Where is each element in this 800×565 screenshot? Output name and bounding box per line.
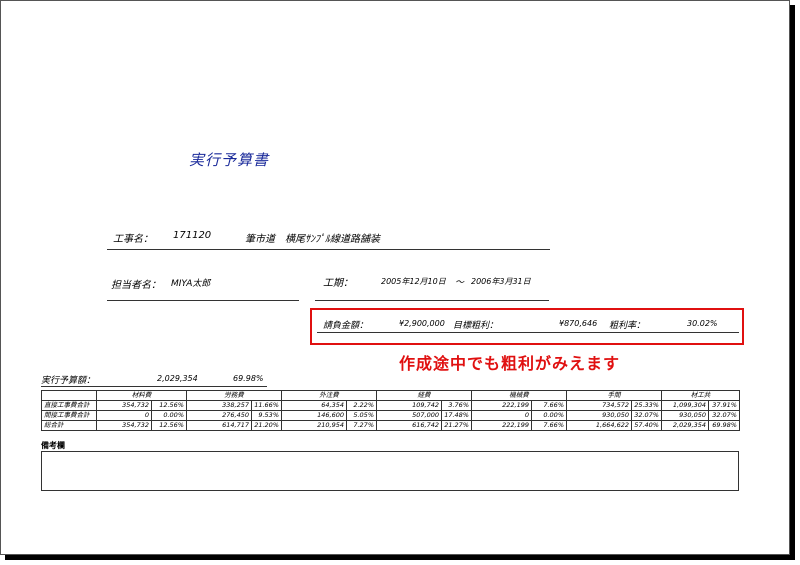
callout-text: 作成途中でも粗利がみえます xyxy=(399,354,621,373)
table-cell: 507,000 xyxy=(376,410,442,421)
table-header-cell: 経費 xyxy=(376,390,472,401)
table-cell: 354,732 xyxy=(96,420,152,431)
budget-label: 実行予算額： xyxy=(41,376,96,386)
table-cell: 11.66% xyxy=(251,400,282,411)
table-header-cell: 機械費 xyxy=(471,390,567,401)
table-cell: 1,099,304 xyxy=(661,400,709,411)
table-cell: 2.22% xyxy=(346,400,377,411)
project-label: 工事名： xyxy=(113,234,153,245)
period-start: 2005年12月10日 xyxy=(381,277,446,286)
table-cell: 354,732 xyxy=(96,400,152,411)
table-cell: 276,450 xyxy=(186,410,252,421)
person-label: 担当者名： xyxy=(111,280,161,291)
table-row: 間接工事費合計 0 0.00% 276,450 9.53% 146,600 5.… xyxy=(41,410,740,421)
table-cell: 222,199 xyxy=(471,400,532,411)
table-cell: 21.20% xyxy=(251,420,282,431)
table-cell: 2,029,354 xyxy=(661,420,709,431)
row-label: 総合計 xyxy=(41,420,97,431)
project-code: 171120 xyxy=(173,230,212,241)
table-cell: 7.66% xyxy=(531,400,567,411)
table-cell: 7.66% xyxy=(531,420,567,431)
table-cell: 338,257 xyxy=(186,400,252,411)
table-cell: 12.56% xyxy=(151,420,187,431)
table-cell: 17.48% xyxy=(441,410,472,421)
table-cell: 0.00% xyxy=(151,410,187,421)
table-cell: 616,742 xyxy=(376,420,442,431)
table-cell: 3.76% xyxy=(441,400,472,411)
table-cell: 37.91% xyxy=(708,400,740,411)
period-underline xyxy=(315,300,549,301)
row-label: 直接工事費合計 xyxy=(41,400,97,411)
table-header-cell: 労務費 xyxy=(186,390,282,401)
table-cell: 69.98% xyxy=(708,420,740,431)
table-cell: 1,664,622 xyxy=(566,420,632,431)
table-cell: 222,199 xyxy=(471,420,532,431)
table-cell: 9.53% xyxy=(251,410,282,421)
callout-highlight-box xyxy=(310,308,744,345)
document-title: 実行予算書 xyxy=(189,151,270,169)
table-cell: 21.27% xyxy=(441,420,472,431)
project-name: 筆市道 横尾ｻﾝﾌﾟﾙ線道路舗装 xyxy=(245,234,380,245)
table-cell: 57.40% xyxy=(631,420,662,431)
document-page: 実行予算書 工事名： 171120 筆市道 横尾ｻﾝﾌﾟﾙ線道路舗装 担当者名：… xyxy=(0,0,790,555)
table-cell: 146,600 xyxy=(281,410,347,421)
table-cell: 5.05% xyxy=(346,410,377,421)
table-cell: 614,717 xyxy=(186,420,252,431)
table-cell: 930,050 xyxy=(661,410,709,421)
budget-amount: 2,029,354 xyxy=(157,374,198,383)
table-cell: 32.07% xyxy=(631,410,662,421)
table-row: 総合計 354,732 12.56% 614,717 21.20% 210,95… xyxy=(41,420,740,431)
table-header-cell: 材料費 xyxy=(96,390,187,401)
table-cell: 109,742 xyxy=(376,400,442,411)
table-cell: 25.33% xyxy=(631,400,662,411)
table-cell: 0 xyxy=(471,410,532,421)
table-cell: 12.56% xyxy=(151,400,187,411)
person-name: MIYA太郎 xyxy=(171,279,211,289)
table-header-cell: 外注費 xyxy=(281,390,377,401)
remarks-field[interactable] xyxy=(41,451,739,491)
table-header-row: 材料費 労務費 外注費 経費 機械費 手間 材工共 xyxy=(41,390,740,401)
table-cell: 7.27% xyxy=(346,420,377,431)
period-separator: ～ xyxy=(455,278,465,288)
budget-rate: 69.98% xyxy=(233,374,264,383)
period-end: 2006年3月31日 xyxy=(471,277,531,286)
project-underline xyxy=(107,249,550,250)
table-cell: 64,354 xyxy=(281,400,347,411)
row-label: 間接工事費合計 xyxy=(41,410,97,421)
person-underline xyxy=(107,300,299,301)
table-cell: 0 xyxy=(96,410,152,421)
table-cell: 734,572 xyxy=(566,400,632,411)
table-row: 直接工事費合計 354,732 12.56% 338,257 11.66% 64… xyxy=(41,400,740,411)
cost-breakdown-table: 材料費 労務費 外注費 経費 機械費 手間 材工共 直接工事費合計 354,73… xyxy=(41,390,740,431)
table-header-cell: 材工共 xyxy=(661,390,740,401)
table-cell: 930,050 xyxy=(566,410,632,421)
table-cell: 0.00% xyxy=(531,410,567,421)
table-header-corner xyxy=(41,390,97,401)
budget-underline xyxy=(41,386,267,387)
table-cell: 32.07% xyxy=(708,410,740,421)
table-cell: 210,954 xyxy=(281,420,347,431)
remarks-label: 備考欄 xyxy=(41,441,65,450)
table-header-cell: 手間 xyxy=(566,390,662,401)
period-label: 工期： xyxy=(323,278,353,289)
